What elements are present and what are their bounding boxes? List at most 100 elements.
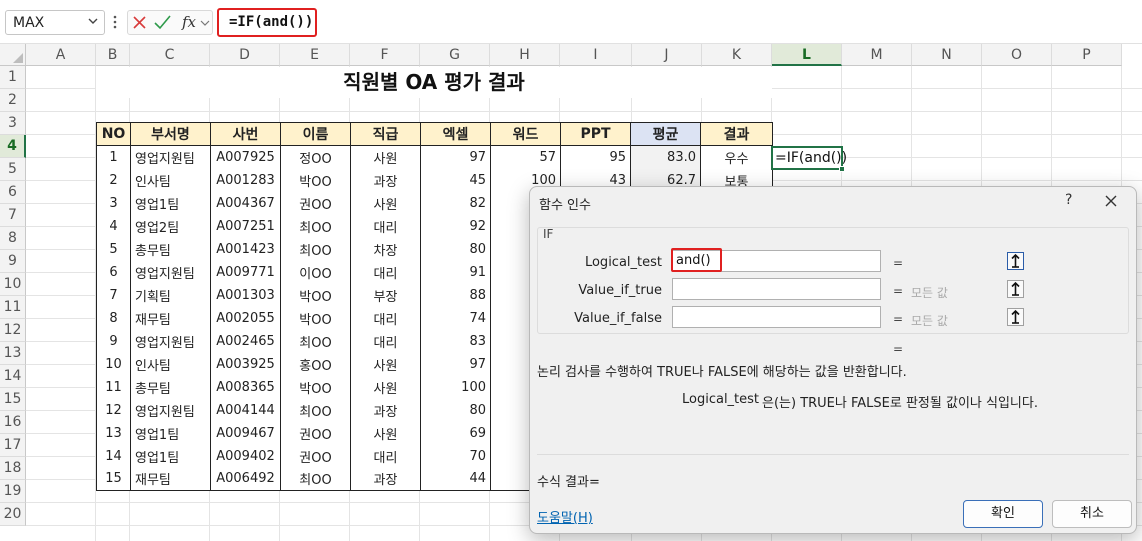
- table-cell[interactable]: 8: [96, 306, 131, 330]
- table-cell[interactable]: 재무팀: [130, 306, 211, 330]
- table-cell[interactable]: 과장: [350, 168, 421, 192]
- row-header-18[interactable]: 18: [0, 457, 26, 480]
- table-cell[interactable]: A009402: [210, 444, 281, 468]
- table-cell[interactable]: 대리: [350, 329, 421, 353]
- table-cell[interactable]: 최OO: [280, 467, 351, 491]
- table-cell[interactable]: 박OO: [280, 283, 351, 307]
- column-header-m[interactable]: M: [842, 44, 912, 66]
- table-cell[interactable]: 80: [420, 398, 491, 422]
- table-cell[interactable]: A006492: [210, 467, 281, 491]
- row-header-6[interactable]: 6: [0, 181, 26, 204]
- table-cell[interactable]: A001423: [210, 237, 281, 261]
- table-cell[interactable]: 9: [96, 329, 131, 353]
- table-cell[interactable]: 12: [96, 398, 131, 422]
- insert-function-icon[interactable]: fx: [182, 13, 196, 31]
- table-cell[interactable]: 최OO: [280, 398, 351, 422]
- table-cell[interactable]: 우수: [700, 145, 773, 169]
- table-cell[interactable]: 44: [420, 467, 491, 491]
- table-cell[interactable]: 사원: [350, 421, 421, 445]
- table-cell[interactable]: 57: [490, 145, 561, 169]
- table-cell[interactable]: 총무팀: [130, 375, 211, 399]
- collapse-dialog-button[interactable]: [1007, 280, 1024, 298]
- cancel-icon[interactable]: [132, 15, 147, 30]
- select-all-button[interactable]: [0, 44, 26, 66]
- table-cell[interactable]: 82: [420, 191, 491, 215]
- table-cell[interactable]: 홍OO: [280, 352, 351, 376]
- table-cell[interactable]: 70: [420, 444, 491, 468]
- table-cell[interactable]: 10: [96, 352, 131, 376]
- table-cell[interactable]: 기획팀: [130, 283, 211, 307]
- fill-handle[interactable]: [839, 166, 845, 172]
- table-cell[interactable]: 사원: [350, 145, 421, 169]
- row-header-19[interactable]: 19: [0, 480, 26, 503]
- table-cell[interactable]: 100: [420, 375, 491, 399]
- value-if-false-input[interactable]: [672, 306, 1024, 328]
- collapse-dialog-button[interactable]: [1007, 252, 1024, 270]
- table-cell[interactable]: 영업1팀: [130, 444, 211, 468]
- table-cell[interactable]: 인사팀: [130, 352, 211, 376]
- column-header-h[interactable]: H: [490, 44, 560, 66]
- row-header-4[interactable]: 4: [0, 135, 26, 158]
- table-cell[interactable]: 4: [96, 214, 131, 238]
- table-cell[interactable]: 최OO: [280, 237, 351, 261]
- table-cell[interactable]: 6: [96, 260, 131, 284]
- row-header-13[interactable]: 13: [0, 342, 26, 365]
- table-cell[interactable]: 박OO: [280, 306, 351, 330]
- table-cell[interactable]: 영업지원팀: [130, 329, 211, 353]
- table-cell[interactable]: 재무팀: [130, 467, 211, 491]
- table-cell[interactable]: 45: [420, 168, 491, 192]
- more-options-icon[interactable]: [112, 13, 118, 31]
- row-header-11[interactable]: 11: [0, 296, 26, 319]
- table-cell[interactable]: 대리: [350, 214, 421, 238]
- chevron-down-icon[interactable]: [200, 19, 210, 27]
- table-cell[interactable]: A001303: [210, 283, 281, 307]
- table-cell[interactable]: 83.0: [630, 145, 701, 169]
- row-header-16[interactable]: 16: [0, 411, 26, 434]
- column-header-o[interactable]: O: [982, 44, 1052, 66]
- table-cell[interactable]: 3: [96, 191, 131, 215]
- table-cell[interactable]: A007251: [210, 214, 281, 238]
- active-cell[interactable]: =IF(and()): [771, 146, 847, 172]
- table-cell[interactable]: 최OO: [280, 214, 351, 238]
- value-if-true-input[interactable]: [672, 278, 1024, 300]
- table-cell[interactable]: 이OO: [280, 260, 351, 284]
- table-cell[interactable]: 11: [96, 375, 131, 399]
- table-cell[interactable]: 영업지원팀: [130, 260, 211, 284]
- table-cell[interactable]: 권OO: [280, 191, 351, 215]
- row-header-20[interactable]: 20: [0, 503, 26, 526]
- table-cell[interactable]: 영업2팀: [130, 214, 211, 238]
- table-cell[interactable]: 7: [96, 283, 131, 307]
- enter-check-icon[interactable]: [154, 15, 171, 30]
- ok-button[interactable]: 확인: [963, 500, 1043, 528]
- table-cell[interactable]: 영업1팀: [130, 191, 211, 215]
- column-header-d[interactable]: D: [210, 44, 280, 66]
- chevron-down-icon[interactable]: [87, 15, 99, 27]
- column-header-i[interactable]: I: [560, 44, 632, 66]
- row-header-8[interactable]: 8: [0, 227, 26, 250]
- column-header-f[interactable]: F: [350, 44, 420, 66]
- table-cell[interactable]: 88: [420, 283, 491, 307]
- table-cell[interactable]: A003925: [210, 352, 281, 376]
- table-cell[interactable]: A002465: [210, 329, 281, 353]
- table-cell[interactable]: 1: [96, 145, 131, 169]
- name-box[interactable]: MAX: [5, 10, 105, 35]
- table-cell[interactable]: 사원: [350, 352, 421, 376]
- row-header-9[interactable]: 9: [0, 250, 26, 273]
- table-cell[interactable]: A008365: [210, 375, 281, 399]
- table-cell[interactable]: 사원: [350, 191, 421, 215]
- row-header-17[interactable]: 17: [0, 434, 26, 457]
- logical-test-input[interactable]: and(): [671, 248, 1024, 272]
- table-cell[interactable]: 영업지원팀: [130, 145, 211, 169]
- table-cell[interactable]: 97: [420, 145, 491, 169]
- row-header-10[interactable]: 10: [0, 273, 26, 296]
- table-cell[interactable]: 권OO: [280, 421, 351, 445]
- formula-input[interactable]: =IF(and()): [217, 8, 317, 37]
- column-header-c[interactable]: C: [130, 44, 210, 66]
- column-header-g[interactable]: G: [420, 44, 490, 66]
- row-header-2[interactable]: 2: [0, 89, 26, 112]
- table-cell[interactable]: 총무팀: [130, 237, 211, 261]
- table-cell[interactable]: 대리: [350, 444, 421, 468]
- column-header-n[interactable]: N: [912, 44, 982, 66]
- table-cell[interactable]: 인사팀: [130, 168, 211, 192]
- table-cell[interactable]: A004367: [210, 191, 281, 215]
